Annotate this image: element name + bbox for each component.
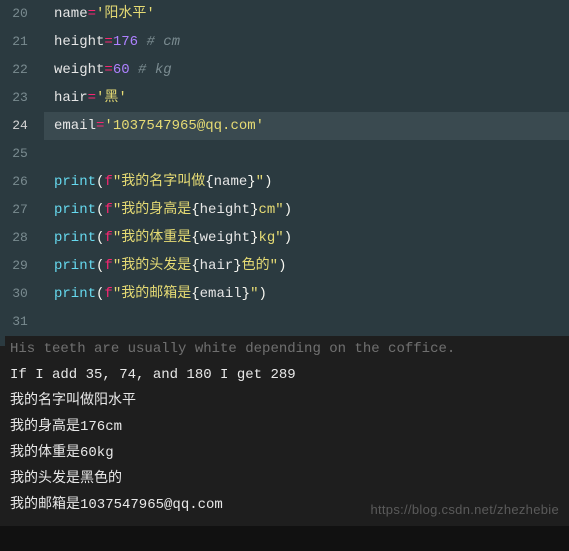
code-line[interactable]: 24email='1037547965@qq.com' xyxy=(0,112,569,140)
code-line[interactable]: 30print(f"我的邮箱是{email}") xyxy=(0,280,569,308)
code-content: print(f"我的身高是{height}cm") xyxy=(40,196,569,224)
code-line[interactable]: 27print(f"我的身高是{height}cm") xyxy=(0,196,569,224)
console-line: His teeth are usually white depending on… xyxy=(10,336,559,362)
line-number: 22 xyxy=(0,56,40,84)
code-line[interactable]: 21height=176 # cm xyxy=(0,28,569,56)
line-number: 27 xyxy=(0,196,40,224)
code-line[interactable]: 25 xyxy=(0,140,569,168)
code-editor[interactable]: 20name='阳水平'21height=176 # cm22weight=60… xyxy=(0,0,569,336)
line-number: 21 xyxy=(0,28,40,56)
line-number: 24 xyxy=(0,112,40,140)
console-line: 我的体重是60kg xyxy=(10,440,559,466)
line-number: 20 xyxy=(0,0,40,28)
watermark-text: https://blog.csdn.net/zhezhebie xyxy=(370,502,559,517)
code-content: print(f"我的名字叫做{name}") xyxy=(40,168,569,196)
code-content xyxy=(40,308,569,336)
console-line: If I add 35, 74, and 180 I get 289 xyxy=(10,362,559,388)
code-line[interactable]: 20name='阳水平' xyxy=(0,0,569,28)
console-line: 我的身高是176cm xyxy=(10,414,559,440)
code-content: print(f"我的头发是{hair}色的") xyxy=(40,252,569,280)
code-line[interactable]: 23hair='黑' xyxy=(0,84,569,112)
code-content: hair='黑' xyxy=(40,84,569,112)
code-content xyxy=(40,140,569,168)
line-number: 25 xyxy=(0,140,40,168)
code-content: height=176 # cm xyxy=(40,28,569,56)
code-line[interactable]: 28print(f"我的体重是{weight}kg") xyxy=(0,224,569,252)
code-content: name='阳水平' xyxy=(40,0,569,28)
code-line[interactable]: 29print(f"我的头发是{hair}色的") xyxy=(0,252,569,280)
line-number: 28 xyxy=(0,224,40,252)
code-line[interactable]: 22weight=60 # kg xyxy=(0,56,569,84)
code-content: weight=60 # kg xyxy=(40,56,569,84)
output-console[interactable]: His teeth are usually white depending on… xyxy=(0,336,569,526)
code-content: print(f"我的邮箱是{email}") xyxy=(40,280,569,308)
line-number: 31 xyxy=(0,308,40,336)
code-line[interactable]: 31 xyxy=(0,308,569,336)
console-line: 我的头发是黑色的 xyxy=(10,466,559,492)
console-line: 我的名字叫做阳水平 xyxy=(10,388,559,414)
line-number: 26 xyxy=(0,168,40,196)
line-number: 23 xyxy=(0,84,40,112)
code-line[interactable]: 26print(f"我的名字叫做{name}") xyxy=(0,168,569,196)
code-content: print(f"我的体重是{weight}kg") xyxy=(40,224,569,252)
line-number: 30 xyxy=(0,280,40,308)
line-number: 29 xyxy=(0,252,40,280)
